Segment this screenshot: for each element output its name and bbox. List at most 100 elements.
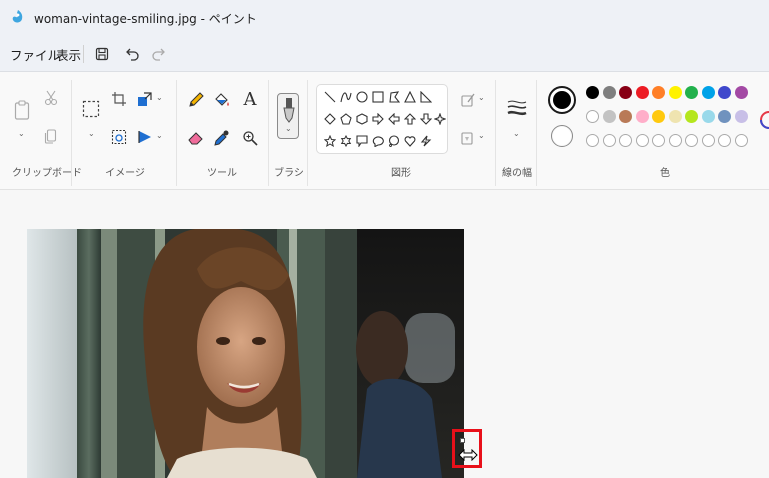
undo-icon[interactable]	[119, 41, 145, 67]
color-swatch[interactable]	[635, 86, 649, 99]
fill-chevron-down-icon[interactable]: ⌄	[478, 131, 485, 140]
paste-chevron-down-icon[interactable]: ⌄	[18, 129, 25, 138]
resize-icon[interactable]	[136, 90, 154, 108]
color-swatch[interactable]	[586, 86, 599, 99]
color-swatch[interactable]	[701, 86, 715, 99]
color-swatch[interactable]	[718, 110, 731, 123]
color-swatch[interactable]	[586, 110, 599, 123]
paste-icon[interactable]	[12, 98, 32, 122]
shapes-group-label: 図形	[391, 168, 411, 179]
title-bar: woman-vintage-smiling.jpg - ペイント	[0, 0, 769, 36]
ribbon-divider	[307, 80, 308, 186]
fill-bucket-icon[interactable]	[212, 90, 232, 110]
color-swatch[interactable]	[619, 110, 632, 123]
canvas-image[interactable]	[27, 229, 464, 478]
custom-color-slot[interactable]	[718, 134, 731, 147]
pentagon-shape-icon[interactable]	[339, 112, 353, 126]
custom-color-slot[interactable]	[635, 134, 649, 147]
colors-group-label: 色	[660, 168, 670, 179]
shape-fill-icon[interactable]	[458, 128, 478, 148]
oval-callout-shape-icon[interactable]	[371, 134, 385, 148]
color-swatch[interactable]	[668, 110, 682, 123]
copy-icon[interactable]	[42, 127, 60, 145]
custom-color-slot[interactable]	[586, 134, 599, 147]
left-arrow-shape-icon[interactable]	[387, 112, 401, 126]
custom-color-slot[interactable]	[734, 134, 748, 147]
custom-color-slot[interactable]	[652, 134, 665, 147]
window-title: woman-vintage-smiling.jpg - ペイント	[34, 12, 257, 26]
color-swatch[interactable]	[668, 86, 682, 99]
diamond-shape-icon[interactable]	[323, 112, 337, 126]
six-point-star-shape-icon[interactable]	[339, 134, 353, 148]
color-swatch[interactable]	[602, 86, 616, 99]
four-point-star-shape-icon[interactable]	[433, 112, 447, 126]
crop-icon[interactable]	[110, 90, 128, 108]
image-select-icon[interactable]	[110, 128, 128, 146]
text-tool-icon[interactable]: A	[240, 88, 260, 110]
up-arrow-shape-icon[interactable]	[403, 112, 417, 126]
custom-color-slot[interactable]	[685, 134, 698, 147]
secondary-color-selector[interactable]	[551, 125, 573, 147]
custom-color-slot[interactable]	[602, 134, 616, 147]
brush-button[interactable]: ⌄	[277, 93, 299, 139]
polygon-shape-icon[interactable]	[387, 90, 401, 104]
color-swatch[interactable]	[734, 86, 748, 99]
vintage-woman-photo	[27, 229, 464, 478]
five-point-star-shape-icon[interactable]	[323, 134, 337, 148]
custom-color-slot[interactable]	[668, 134, 682, 147]
magnifier-icon[interactable]	[240, 128, 260, 148]
down-arrow-shape-icon[interactable]	[419, 112, 433, 126]
custom-color-slot[interactable]	[701, 134, 715, 147]
cloud-callout-shape-icon[interactable]	[387, 134, 401, 148]
oval-shape-icon[interactable]	[355, 90, 369, 104]
color-swatch[interactable]	[652, 86, 665, 99]
select-chevron-down-icon[interactable]: ⌄	[88, 129, 95, 138]
color-swatch[interactable]	[685, 110, 698, 123]
menu-bar: ファイル 表示	[0, 36, 769, 72]
color-swatch[interactable]	[701, 110, 715, 123]
menu-divider	[83, 45, 84, 63]
ribbon-divider	[536, 80, 537, 186]
color-swatch[interactable]	[685, 86, 698, 99]
color-swatch[interactable]	[619, 86, 632, 99]
image-group-label: イメージ	[105, 168, 145, 179]
secondary-color-swatch	[553, 127, 571, 145]
select-icon[interactable]	[82, 100, 100, 118]
brush-chevron-down-icon[interactable]: ⌄	[285, 124, 292, 133]
cut-icon[interactable]	[42, 89, 60, 107]
stroke-size-icon[interactable]	[505, 98, 529, 118]
right-triangle-shape-icon[interactable]	[419, 90, 433, 104]
hexagon-shape-icon[interactable]	[355, 112, 369, 126]
outline-chevron-down-icon[interactable]: ⌄	[478, 93, 485, 102]
color-swatch[interactable]	[718, 86, 731, 99]
line-shape-icon[interactable]	[323, 90, 337, 104]
primary-color-selector[interactable]	[548, 86, 576, 114]
rotate-icon[interactable]	[136, 128, 154, 146]
stroke-size-chevron-down-icon[interactable]: ⌄	[513, 129, 520, 138]
right-arrow-shape-icon[interactable]	[371, 112, 385, 126]
shape-outline-icon[interactable]	[458, 90, 478, 110]
color-swatch[interactable]	[734, 110, 748, 123]
ribbon: ⌄ クリップボード ⌄ ⌄ ⌄ イメージ A ツール ⌄ ブラシ ⌄ ⌄ 図形 …	[0, 72, 769, 190]
heart-shape-icon[interactable]	[403, 134, 417, 148]
redo-icon[interactable]	[146, 41, 172, 67]
custom-color-slot[interactable]	[619, 134, 632, 147]
color-swatch[interactable]	[602, 110, 616, 123]
resize-chevron-down-icon[interactable]: ⌄	[156, 93, 163, 102]
save-icon[interactable]	[89, 41, 115, 67]
color-picker-icon[interactable]	[212, 128, 232, 148]
rectangle-shape-icon[interactable]	[371, 90, 385, 104]
rect-callout-shape-icon[interactable]	[355, 134, 369, 148]
pencil-icon[interactable]	[186, 90, 206, 110]
eraser-icon[interactable]	[186, 128, 206, 148]
canvas-resize-handle[interactable]	[460, 438, 465, 443]
curve-shape-icon[interactable]	[339, 90, 353, 104]
edit-colors-icon[interactable]	[759, 110, 769, 130]
lightning-shape-icon[interactable]	[419, 134, 433, 148]
rotate-chevron-down-icon[interactable]: ⌄	[156, 131, 163, 140]
view-menu[interactable]: 表示	[56, 45, 81, 64]
triangle-shape-icon[interactable]	[403, 90, 417, 104]
color-swatch[interactable]	[652, 110, 665, 123]
color-swatch[interactable]	[635, 110, 649, 123]
file-menu[interactable]: ファイル	[10, 45, 60, 64]
